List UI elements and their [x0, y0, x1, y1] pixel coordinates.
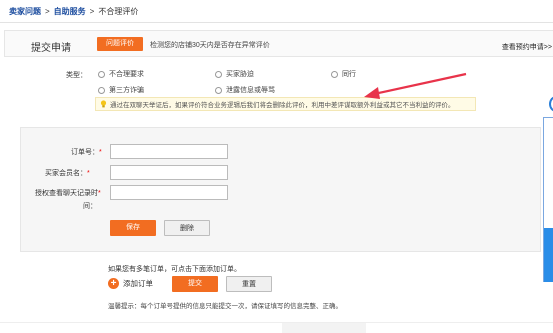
- divider: [0, 322, 553, 323]
- order-form: 订单号：* 买家会员名：* 授权查看聊天记录时* 间： 保存 删除: [20, 127, 541, 252]
- radio-label: 第三方诈骗: [109, 87, 144, 94]
- chat-auth-label: 授权查看聊天记录时*: [35, 190, 101, 197]
- add-order-label: 添加订单: [123, 279, 153, 288]
- radio-label: 同行: [342, 71, 356, 78]
- submit-button[interactable]: 提交: [172, 276, 218, 292]
- type-radio-fraud[interactable]: 第三方诈骗: [98, 85, 144, 95]
- type-radio-coercion[interactable]: 买家胁迫: [215, 69, 254, 79]
- view-appointments-link[interactable]: 查看预约申请>>: [502, 42, 552, 52]
- chat-auth-time-input[interactable]: [110, 185, 228, 200]
- radio-circle[interactable]: [98, 86, 105, 94]
- type-radio-leak[interactable]: 泄露信息或辱骂: [215, 85, 275, 95]
- red-arrow-annotation: [364, 72, 467, 99]
- divider: [0, 22, 553, 23]
- save-button[interactable]: 保存: [110, 220, 156, 236]
- side-scroll-bar[interactable]: [544, 228, 553, 282]
- radio-label: 不合理要求: [109, 71, 144, 78]
- lightbulb-icon: [100, 100, 107, 108]
- breadcrumb-separator: >: [45, 6, 50, 16]
- footer-box: [282, 323, 366, 333]
- order-number-input[interactable]: [110, 144, 228, 159]
- breadcrumb-current: 不合理评价: [98, 6, 139, 16]
- buyer-name-input[interactable]: [110, 165, 228, 180]
- warm-tip: 温馨提示：每个订单号提供的信息只能提交一次，请保证填写的信息完整、正确。: [108, 303, 342, 310]
- panel-header: 提交申请 问题评价 检测您的店铺30天内是否存在异常评价 查看预约申请>>: [4, 30, 553, 57]
- radio-circle[interactable]: [215, 70, 222, 78]
- plus-icon[interactable]: +: [108, 278, 119, 289]
- breadcrumb: 卖家问题 > 自助服务 > 不合理评价: [9, 4, 138, 18]
- header-description: 检测您的店铺30天内是否存在异常评价: [150, 42, 270, 49]
- breadcrumb-home[interactable]: 卖家问题: [9, 6, 41, 17]
- reset-button[interactable]: 重置: [226, 276, 272, 292]
- radio-circle[interactable]: [98, 70, 105, 78]
- buyer-name-label: 买家会员名：*: [45, 170, 90, 177]
- problem-review-button[interactable]: 问题评价: [97, 37, 143, 51]
- delete-button[interactable]: 删除: [164, 220, 210, 236]
- breadcrumb-section[interactable]: 自助服务: [54, 6, 86, 17]
- page-title: 提交申请: [31, 43, 71, 54]
- breadcrumb-separator: >: [89, 6, 95, 16]
- type-label: 类型：: [66, 72, 87, 79]
- chat-auth-label-2: 间：: [83, 203, 97, 210]
- multi-order-note: 如果您有多笔订单，可点击下面添加订单。: [108, 266, 241, 273]
- radio-circle[interactable]: [331, 70, 338, 78]
- type-radio-unreasonable[interactable]: 不合理要求: [98, 69, 144, 79]
- add-order-link[interactable]: + 添加订单: [108, 278, 153, 289]
- order-number-label: 订单号：*: [71, 149, 102, 156]
- type-radio-competitor[interactable]: 同行: [331, 69, 356, 79]
- radio-circle[interactable]: [215, 86, 222, 94]
- radio-label: 买家胁迫: [226, 71, 254, 78]
- radio-label: 泄露信息或辱骂: [226, 87, 275, 94]
